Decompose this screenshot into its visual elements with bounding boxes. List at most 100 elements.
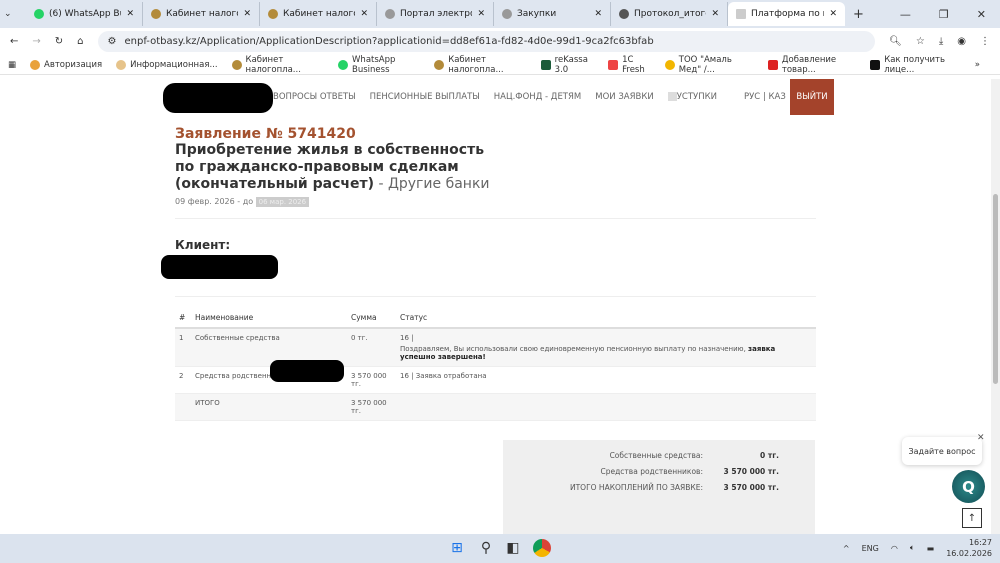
bookmark[interactable]: ТОО "Амаль Мед" /... [664,55,754,75]
placeholder-icon [667,92,677,101]
bookmark-icon [767,59,778,70]
bookmark[interactable]: Авторизация [30,59,102,70]
browser-tab[interactable]: Закупки ✕ [494,2,611,26]
site-settings-icon[interactable]: ⚙ [108,36,117,47]
browser-tab[interactable]: (6) WhatsApp Business✕ [26,2,143,26]
close-tab-icon[interactable]: ✕ [477,9,485,19]
application-dates: 09 февр. 2026 - до 06 мар. 2026 [175,197,505,207]
bookmark-icon [664,59,675,70]
windows-start-icon[interactable]: ⊞ [449,540,465,556]
language-switch[interactable]: РУС | КАЗ [744,92,786,102]
bookmark[interactable]: Как получить лице... [870,55,961,75]
portal-icon [385,9,395,19]
bookmark[interactable]: Информационная... [116,59,218,70]
bookmark[interactable]: Кабинет налогопла... [434,55,526,75]
tiktok-icon [870,59,881,70]
close-tab-icon[interactable]: ✕ [711,9,719,19]
bookmark-icon [608,59,619,70]
download-icon[interactable]: ⤓ [939,36,943,47]
scrollbar-thumb[interactable] [993,194,998,384]
application-header: Заявление № 5741420 Приобретение жилья в… [175,126,505,207]
close-tab-icon[interactable]: ✕ [594,9,602,19]
client-label: Клиент: [175,238,231,252]
nav-concessions[interactable]: УСТУПКИ [667,92,717,102]
bookmark[interactable]: 1C Fresh [608,55,651,75]
col-number: # [175,308,191,329]
address-bar-row: ← → ↻ ⌂ ⚙ enpf-otbasy.kz/Application/Appl… [0,28,1000,55]
clock[interactable]: 16:27 16.02.2026 [946,537,992,559]
nav-natfund-children[interactable]: НАЦ.ФОНД - ДЕТЯМ [494,92,581,102]
redacted-client-name [161,255,278,279]
chat-prompt[interactable]: Задайте вопрос [902,437,982,465]
back-icon[interactable]: ← [10,36,18,47]
url-input[interactable]: ⚙ enpf-otbasy.kz/Application/ApplicationD… [97,31,876,52]
nav-faq[interactable]: ВОПРОСЫ ОТВЕТЫ [273,92,356,102]
minimize-icon[interactable]: — [900,8,911,21]
close-tab-icon[interactable]: ✕ [243,9,251,19]
nav-my-applications[interactable]: МОИ ЗАЯВКИ [595,92,653,102]
nav-pension-payments[interactable]: ПЕНСИОННЫЕ ВЫПЛАТЫ [370,92,480,102]
reload-icon[interactable]: ↻ [55,36,63,47]
profile-icon[interactable]: ◉ [957,36,966,47]
application-title: Приобретение жилья в собственность по гр… [175,142,490,192]
divider [175,218,816,219]
input-language[interactable]: ENG [862,544,879,553]
close-window-icon[interactable]: ✕ [977,8,986,21]
close-tab-icon[interactable]: ✕ [829,9,837,19]
bookmark[interactable]: Кабинет налогопла... [231,55,324,75]
zoom-icon[interactable]: 🔍︎ [889,36,902,47]
more-bookmarks-button[interactable]: » [975,60,980,70]
maximize-icon[interactable]: ❐ [939,8,949,21]
close-chat-icon[interactable]: ✕ [977,433,985,443]
taskbar: ⊞ ⚲ ◧ ^ ENG ◠ 🔈︎ ▬ 16:27 16.02.2026 [0,534,1000,563]
bookmark-icon [540,59,551,70]
bookmark-icon [434,59,445,70]
summary-row: ИТОГО НАКОПЛЕНИЙ ПО ЗАЯВКЕ: 3 570 000 тг. [569,482,779,492]
divider [175,296,816,297]
bookmark-icon [231,59,242,70]
chrome-icon[interactable] [533,539,551,557]
volume-icon[interactable]: 🔈︎ [910,543,915,553]
battery-icon[interactable]: ▬ [927,544,935,553]
home-icon[interactable]: ⌂ [77,36,83,47]
emblem-icon [268,9,278,19]
scrollbar[interactable] [991,79,1000,534]
bookmark[interactable]: reKassa 3.0 [540,55,594,75]
emblem-icon [151,9,161,19]
chat-bot-button[interactable]: Q [952,470,985,503]
logout-button[interactable]: ВЫЙТИ [790,79,834,115]
summary-row: Собственные средства: 0 тг. [609,450,779,460]
browser-tab[interactable]: Кабинет налогоплательщика✕ [143,2,260,26]
application-number: Заявление № 5741420 [175,126,356,142]
deadline-badge: 06 мар. 2026 [255,197,310,207]
close-tab-icon[interactable]: ✕ [126,9,134,19]
apps-icon[interactable]: ▦ [8,60,16,70]
summary-row: Средства родственников: 3 570 000 тг. [600,466,780,476]
wifi-icon[interactable]: ◠ [891,544,898,553]
col-sum: Сумма [347,308,396,329]
tab-list-button[interactable]: ⌄ [4,9,26,19]
bookmark[interactable]: WhatsApp Business [338,55,420,75]
bookmark[interactable]: Добавление товар... [767,55,856,75]
close-tab-icon[interactable]: ✕ [360,9,368,19]
site-nav: ВОПРОСЫ ОТВЕТЫ ПЕНСИОННЫЕ ВЫПЛАТЫ НАЦ.ФО… [0,79,1000,115]
forward-icon[interactable]: → [32,36,40,47]
new-tab-button[interactable]: + [853,7,864,22]
browser-tab[interactable]: Кабинет налогоплательщика✕ [260,2,377,26]
menu-icon[interactable]: ⋮ [980,36,990,47]
browser-tab[interactable]: Протокол_итогов_1✕ [611,2,728,26]
task-view-icon[interactable]: ◧ [505,540,521,556]
scroll-to-top-button[interactable]: ↑ [962,508,982,528]
col-name: Наименование [191,308,347,329]
browser-tab-active[interactable]: Платформа по использованию✕ [728,2,845,26]
redacted-relative-name [270,360,344,382]
bookmark-star-icon[interactable]: ☆ [916,36,925,47]
tab-bar: ⌄ (6) WhatsApp Business✕ Кабинет налогоп… [0,0,1000,28]
table-total-row: ИТОГО 3 570 000 тг. [175,393,816,421]
portal-icon [502,9,512,19]
search-icon[interactable]: ⚲ [478,540,494,556]
tray-overflow-icon[interactable]: ^ [843,544,850,553]
system-tray: ^ ENG ◠ 🔈︎ ▬ 16:27 16.02.2026 [843,537,992,559]
browser-tab[interactable]: Портал электронных✕ [377,2,494,26]
whatsapp-icon [338,59,349,70]
